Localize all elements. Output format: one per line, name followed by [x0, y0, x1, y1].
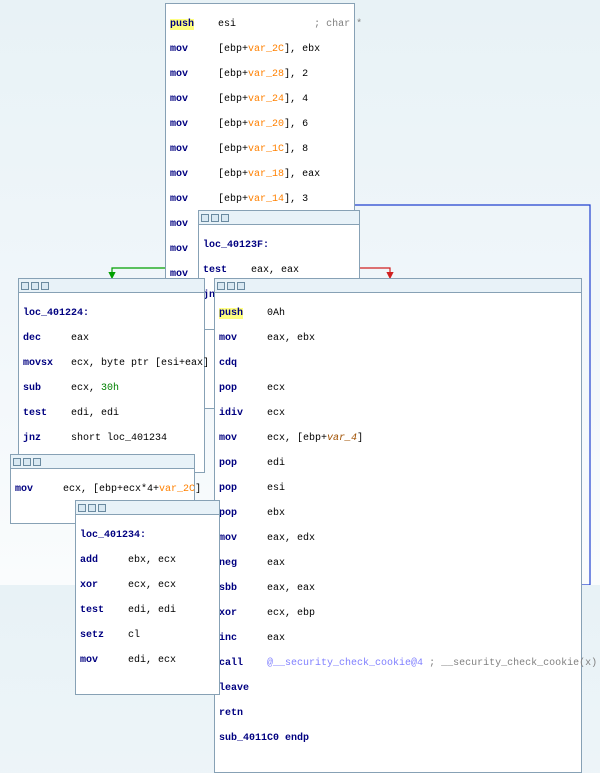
collapse-icon[interactable] — [13, 458, 21, 466]
block-401224[interactable]: loc_401224: dec eax movsx ecx, byte ptr … — [18, 278, 205, 473]
pin-icon[interactable] — [31, 282, 39, 290]
more-icon[interactable] — [221, 214, 229, 222]
collapse-icon[interactable] — [217, 282, 225, 290]
more-icon[interactable] — [41, 282, 49, 290]
more-icon[interactable] — [98, 504, 106, 512]
pin-icon[interactable] — [227, 282, 235, 290]
pin-icon[interactable] — [211, 214, 219, 222]
more-icon[interactable] — [33, 458, 41, 466]
collapse-icon[interactable] — [21, 282, 29, 290]
block-401234[interactable]: loc_401234: add ebx, ecx xor ecx, ecx te… — [75, 500, 220, 695]
collapse-icon[interactable] — [201, 214, 209, 222]
collapse-icon[interactable] — [78, 504, 86, 512]
pin-icon[interactable] — [23, 458, 31, 466]
block-exit[interactable]: push 0Ah mov eax, ebx cdq pop ecx idiv e… — [214, 278, 582, 773]
pin-icon[interactable] — [88, 504, 96, 512]
more-icon[interactable] — [237, 282, 245, 290]
